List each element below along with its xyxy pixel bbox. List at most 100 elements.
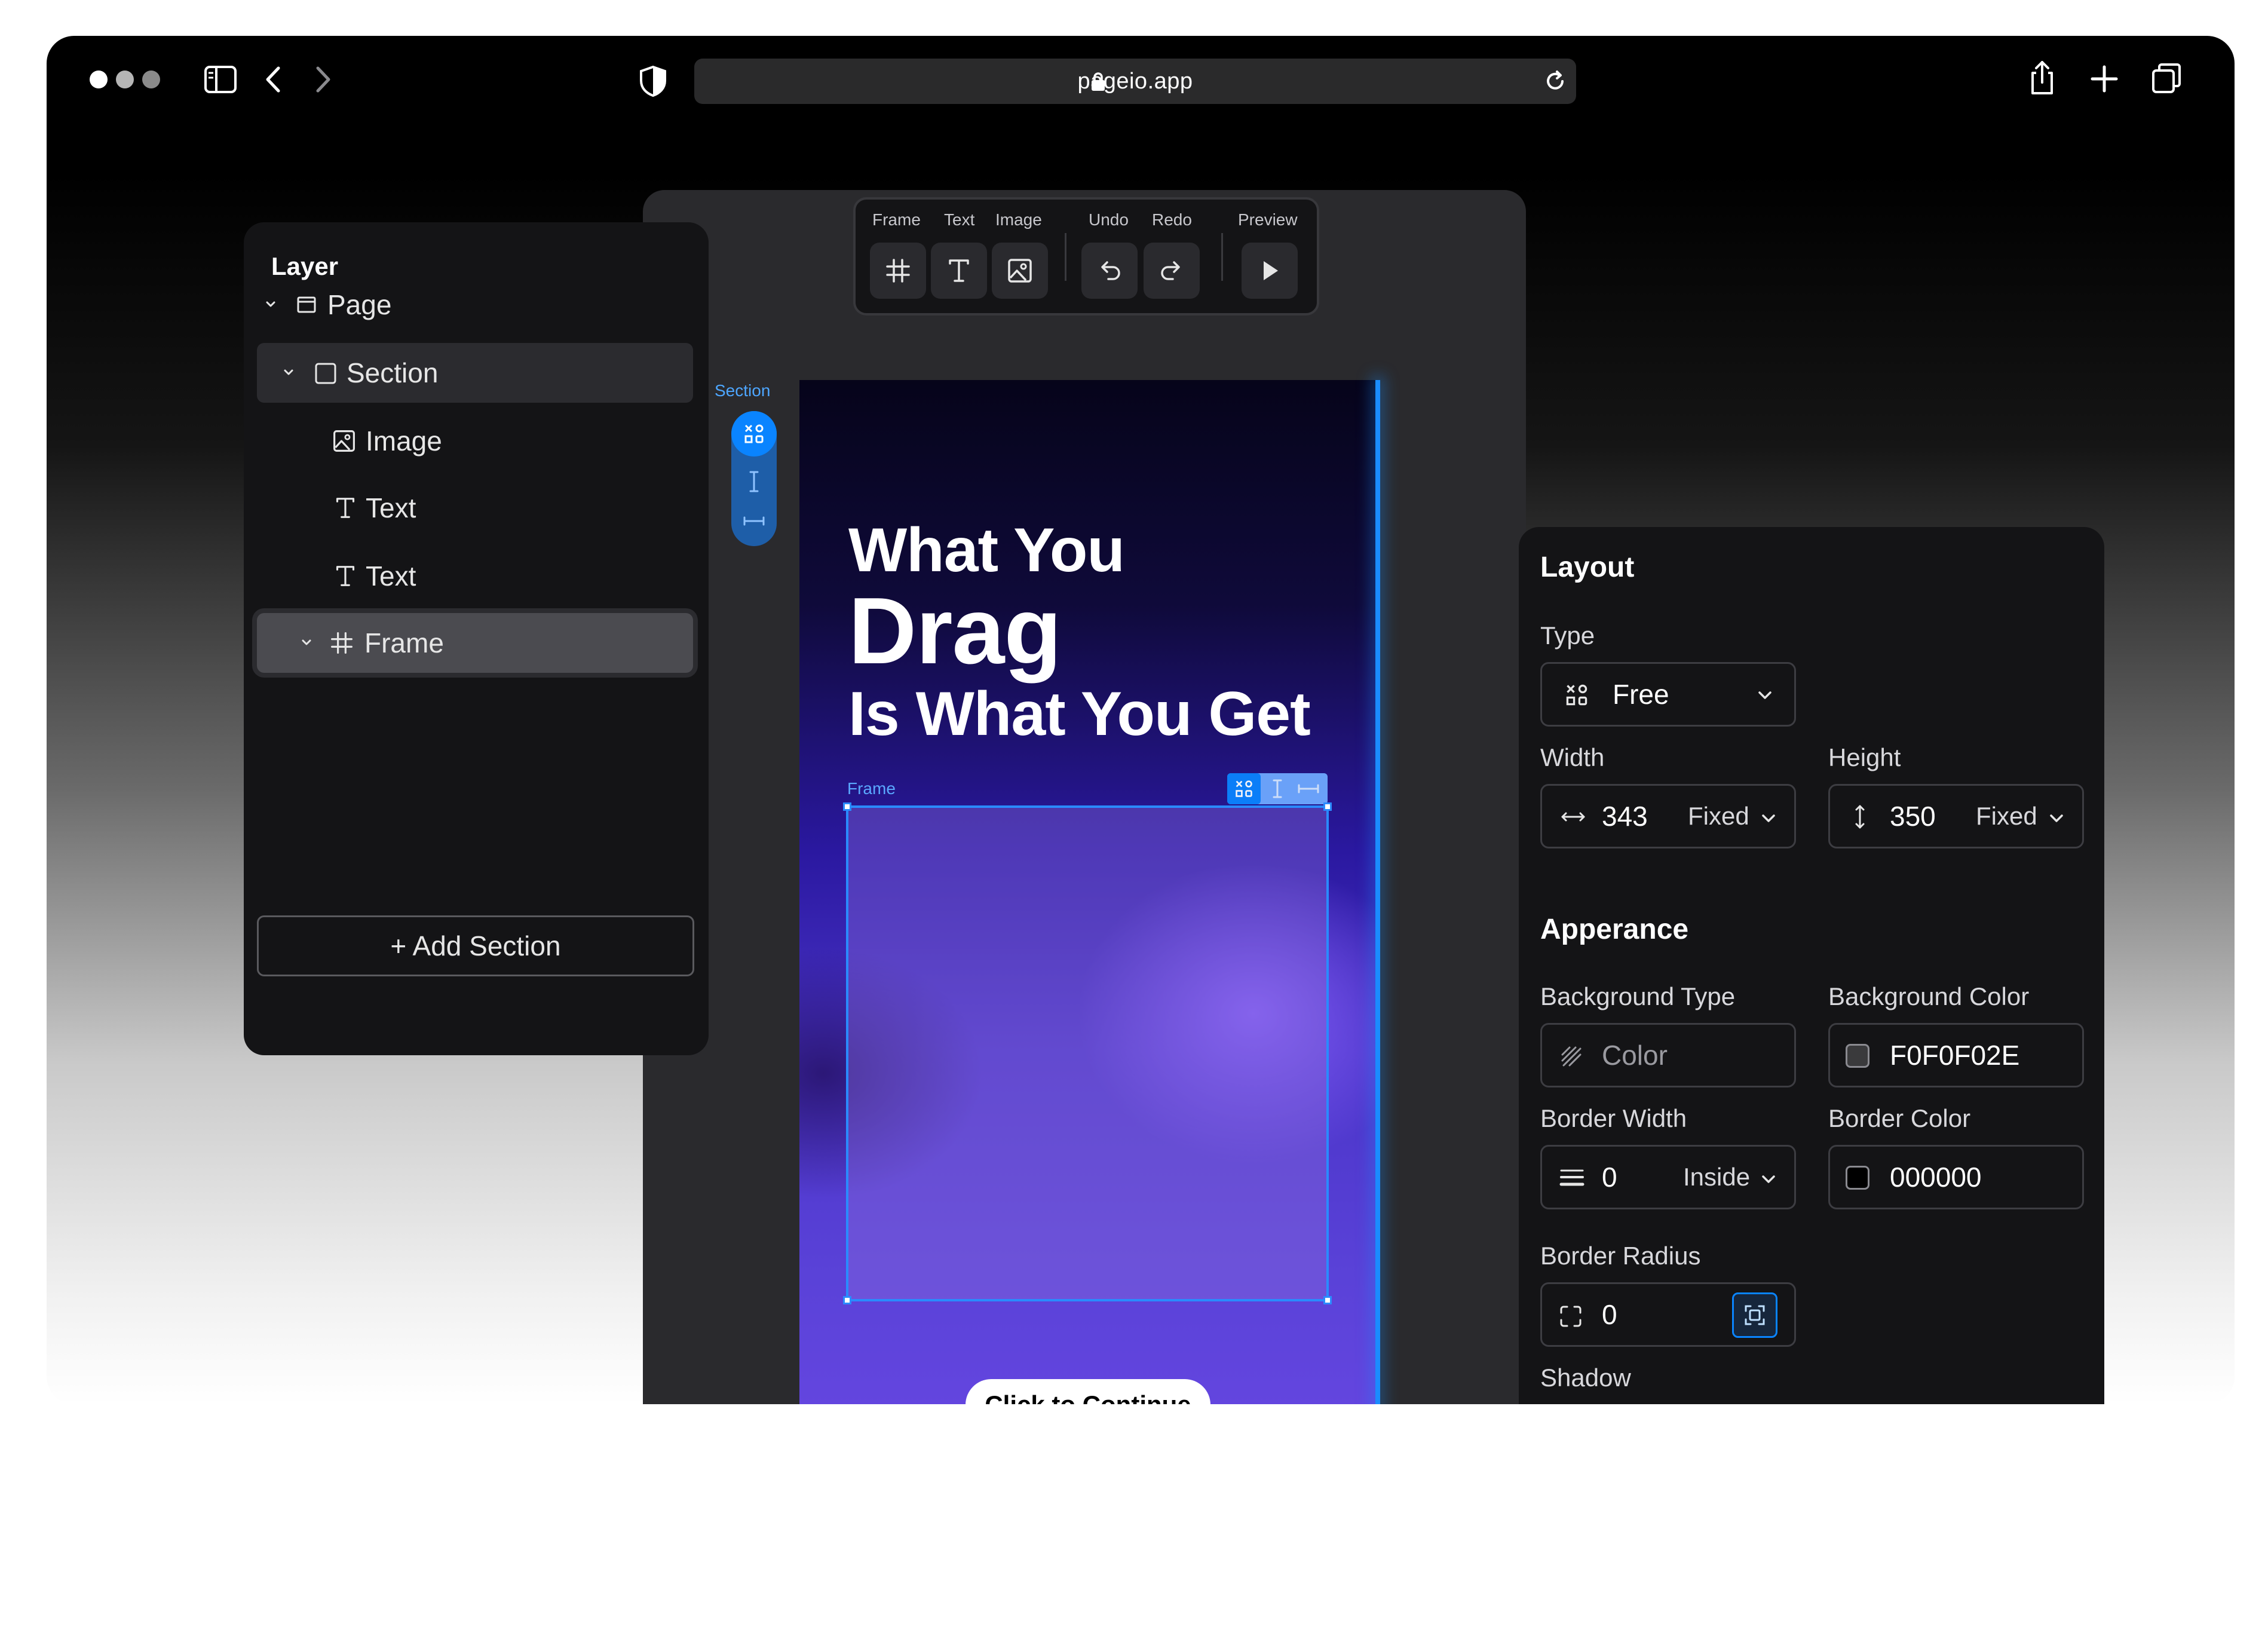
layer-item-label: Frame — [364, 627, 444, 658]
shield-icon[interactable] — [638, 65, 668, 98]
height-input[interactable]: 350 Fixed — [1828, 784, 2084, 848]
height-mode[interactable]: Fixed — [1976, 786, 2037, 847]
border-width-input[interactable]: 0 Inside — [1540, 1145, 1796, 1209]
window-zoom-dot[interactable] — [142, 71, 160, 88]
text-icon — [949, 259, 969, 282]
border-width-mode[interactable]: Inside — [1683, 1147, 1750, 1208]
sidebar-icon[interactable] — [203, 62, 238, 97]
border-width-label: Border Width — [1540, 1104, 1687, 1132]
border-color-swatch[interactable] — [1846, 1166, 1869, 1190]
layout-type-select[interactable]: Free — [1540, 662, 1796, 727]
toolbar-image-label: Image — [995, 210, 1042, 229]
type-label: Type — [1540, 621, 1595, 650]
add-text-button[interactable] — [931, 243, 987, 299]
window-minimize-dot[interactable] — [116, 71, 134, 88]
frame-controls[interactable] — [1227, 773, 1328, 804]
frame-layout-toggle[interactable] — [1227, 773, 1261, 804]
resize-handle[interactable] — [843, 1296, 851, 1304]
selected-frame[interactable] — [843, 802, 1332, 1304]
headline-line-3[interactable]: Is What You Get — [848, 679, 1311, 750]
undo-icon — [1101, 261, 1120, 280]
chevron-down-icon[interactable] — [282, 366, 295, 379]
share-icon[interactable] — [2027, 59, 2058, 97]
layer-item-page[interactable]: Page — [257, 275, 693, 335]
toolbar-undo-label: Undo — [1089, 210, 1129, 229]
vertical-resize-icon[interactable] — [1270, 778, 1285, 799]
resize-handle[interactable] — [843, 802, 851, 811]
add-image-button[interactable] — [992, 243, 1048, 299]
toolbar-preview-label: Preview — [1238, 210, 1298, 229]
frame-label: Frame — [847, 779, 896, 798]
continue-button[interactable]: Click to Continue — [966, 1379, 1210, 1404]
reload-icon[interactable] — [1543, 68, 1568, 94]
page-icon — [297, 296, 316, 313]
independent-corners-toggle[interactable] — [1732, 1292, 1777, 1338]
headline-line-1[interactable]: What You — [848, 515, 1125, 586]
chevron-down-icon — [1762, 1175, 1775, 1183]
background-type-select[interactable]: Color — [1540, 1023, 1796, 1087]
layer-item-frame[interactable]: Frame — [257, 613, 693, 673]
background-type-value: Color — [1602, 1040, 1668, 1071]
chevron-down-icon — [1762, 814, 1775, 822]
resize-handle[interactable] — [1323, 802, 1332, 811]
section-resize-edge[interactable] — [1375, 380, 1380, 1404]
image-icon — [333, 430, 355, 452]
add-section-button[interactable]: + Add Section — [257, 915, 694, 976]
horizontal-resize-icon[interactable] — [1297, 780, 1320, 797]
layer-item-text[interactable]: Text — [257, 546, 693, 606]
chevron-down-icon[interactable] — [300, 636, 313, 649]
vertical-resize-icon[interactable] — [746, 468, 762, 495]
redo-icon — [1161, 261, 1180, 280]
resize-handle[interactable] — [1323, 1296, 1332, 1304]
toolbar-divider — [1065, 233, 1066, 281]
back-icon[interactable] — [262, 63, 286, 96]
border-color-input[interactable]: 000000 — [1828, 1145, 2084, 1209]
shadow-label: Shadow — [1540, 1364, 1631, 1392]
layer-item-label: Page — [327, 289, 392, 320]
border-color-value: 000000 — [1890, 1162, 1982, 1193]
section-layout-toggle[interactable] — [731, 411, 777, 457]
layer-item-section[interactable]: Section — [257, 343, 693, 403]
redo-button[interactable] — [1144, 243, 1200, 299]
new-tab-icon[interactable] — [2089, 63, 2120, 94]
toolbar-text-label: Text — [944, 210, 975, 229]
tabs-icon[interactable] — [2150, 61, 2183, 96]
layer-item-label: Text — [366, 560, 416, 592]
background-color-swatch[interactable] — [1846, 1044, 1869, 1068]
text-icon — [336, 566, 355, 586]
width-mode[interactable]: Fixed — [1688, 786, 1749, 847]
layer-item-label: Section — [347, 357, 439, 388]
text-icon — [336, 498, 355, 518]
appearance-heading: Apperance — [1540, 914, 1689, 945]
layer-panel: Layer Page Section Image Text Text Frame… — [244, 222, 709, 1055]
layer-item-image[interactable]: Image — [257, 411, 693, 471]
border-radius-input[interactable]: 0 — [1540, 1282, 1796, 1347]
background-color-label: Background Color — [1828, 982, 2030, 1010]
border-color-label: Border Color — [1828, 1104, 1971, 1132]
layer-item-text[interactable]: Text — [257, 478, 693, 538]
window-close-dot[interactable] — [90, 71, 108, 88]
play-icon — [1264, 261, 1278, 280]
forward-icon[interactable] — [311, 63, 335, 96]
image-icon — [1008, 259, 1032, 283]
editor-canvas[interactable]: Frame Text Image Undo Redo Preview Secti… — [643, 190, 1526, 1404]
toolbar-frame-label: Frame — [872, 210, 921, 229]
preview-button[interactable] — [1242, 243, 1298, 299]
width-label: Width — [1540, 743, 1605, 771]
page-preview[interactable]: What You Drag Is What You Get Frame — [799, 380, 1379, 1404]
headline-line-2[interactable]: Drag — [848, 577, 1062, 685]
background-color-input[interactable]: F0F0F02E — [1828, 1023, 2084, 1087]
layer-item-label: Image — [366, 425, 442, 457]
section-label: Section — [715, 381, 771, 400]
horizontal-resize-icon[interactable] — [741, 513, 767, 529]
border-width-icon — [1559, 1169, 1584, 1186]
undo-button[interactable] — [1081, 243, 1138, 299]
width-input[interactable]: 343 Fixed — [1540, 784, 1796, 848]
chevron-down-icon[interactable] — [264, 298, 277, 311]
section-controls[interactable] — [731, 411, 777, 546]
add-frame-button[interactable] — [870, 243, 926, 299]
free-layout-icon — [1566, 684, 1587, 706]
properties-panel: Layout Type Free Width 343 Fixed Height … — [1519, 527, 2104, 1404]
address-bar[interactable]: pageio.app — [694, 59, 1576, 104]
hatch-fill-icon — [1561, 1046, 1582, 1067]
